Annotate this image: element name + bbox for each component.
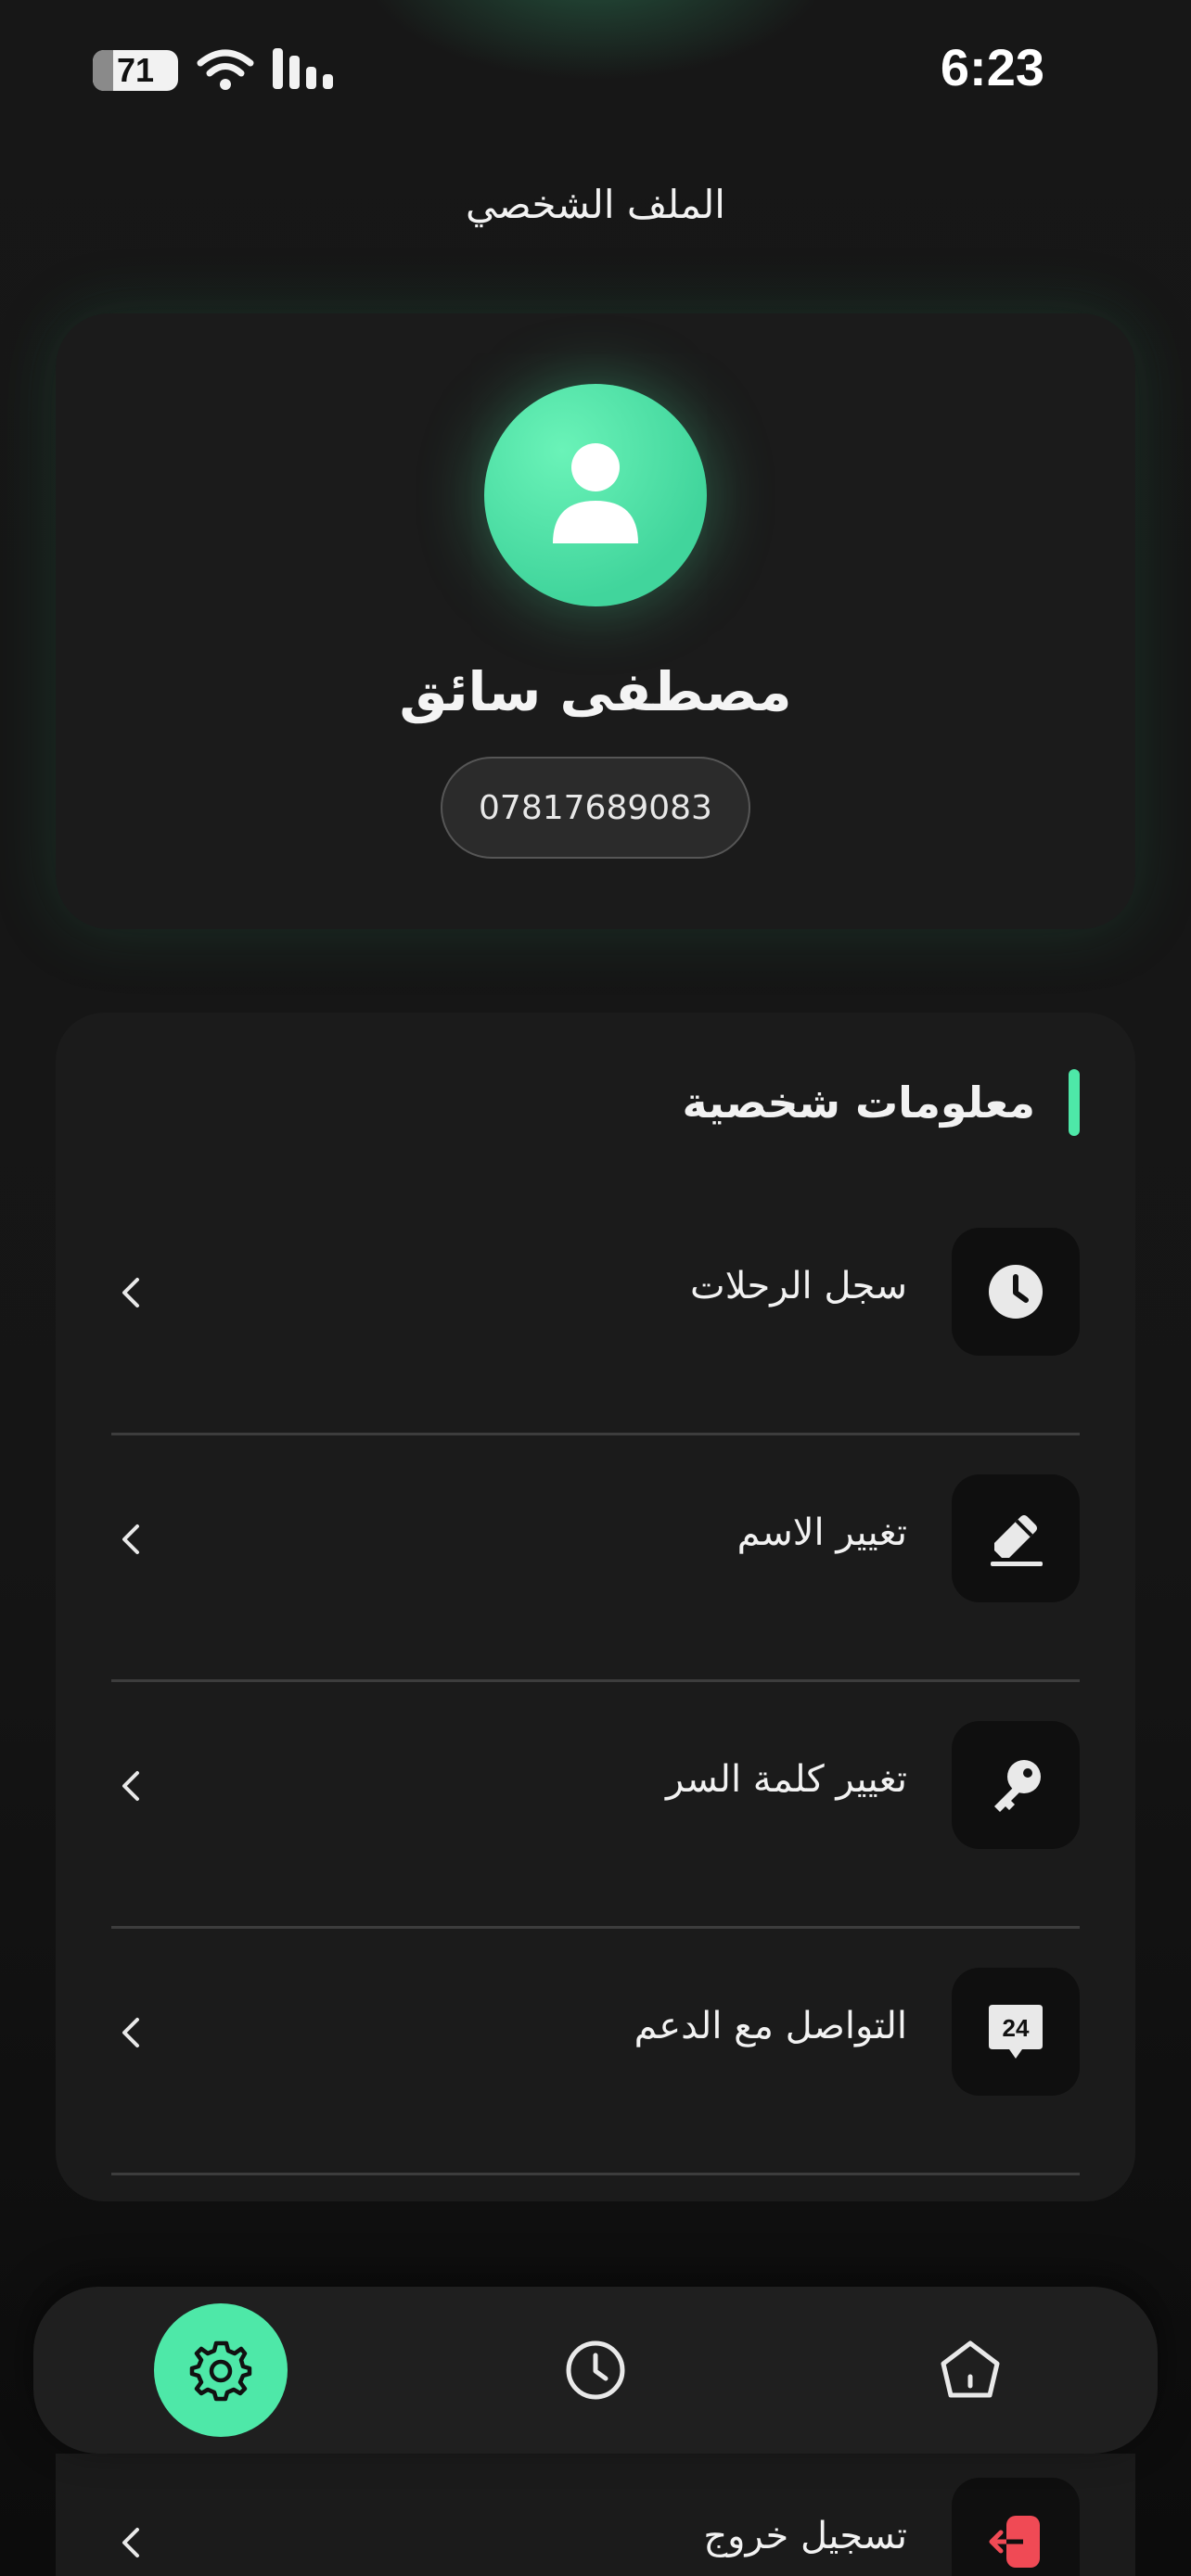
menu-icon-box bbox=[952, 2478, 1080, 2576]
chevron-left-icon bbox=[122, 2018, 139, 2047]
edit-pen-icon bbox=[991, 1515, 1043, 1566]
section-accent-bar bbox=[1069, 1069, 1080, 1136]
status-time: 6:23 bbox=[940, 38, 1044, 96]
menu-item-contact-support[interactable]: 24 التواصل مع الدعم bbox=[56, 1929, 1135, 2175]
bottom-navigation bbox=[33, 2287, 1158, 2454]
row-divider bbox=[111, 2173, 1080, 2175]
support-24-icon: 24 bbox=[989, 2005, 1043, 2059]
wifi-icon bbox=[197, 49, 254, 90]
clock-icon bbox=[989, 1265, 1043, 1319]
avatar[interactable] bbox=[484, 384, 707, 606]
menu-icon-box: 24 bbox=[952, 1968, 1080, 2096]
menu-item-change-password[interactable]: تغيير كلمة السر bbox=[56, 1682, 1135, 1929]
profile-card: مصطفى سائق 07817689083 bbox=[56, 313, 1135, 929]
menu-item-change-name[interactable]: تغيير الاسم bbox=[56, 1435, 1135, 1682]
page-title: الملف الشخصي bbox=[466, 182, 725, 227]
battery-indicator: 71 bbox=[93, 50, 178, 91]
profile-screen: 71 6:23 الملف الشخصي مصطفى سائق 07817689… bbox=[0, 0, 1191, 2576]
chevron-left-icon bbox=[122, 1278, 139, 1307]
nav-history-button[interactable] bbox=[529, 2303, 662, 2437]
chevron-left-icon bbox=[122, 1771, 139, 1801]
key-icon bbox=[994, 1760, 1041, 1812]
logout-icon bbox=[989, 2516, 1040, 2568]
battery-level: 71 bbox=[116, 51, 155, 89]
menu-icon-box bbox=[952, 1721, 1080, 1849]
logout-label: تسجيل خروج bbox=[703, 2515, 907, 2557]
phone-number-badge: 07817689083 bbox=[441, 757, 750, 859]
nav-settings-button[interactable] bbox=[154, 2303, 288, 2437]
chevron-left-icon bbox=[122, 2528, 139, 2557]
status-bar: 71 6:23 bbox=[0, 0, 1191, 139]
menu-item-label: سجل الرحلات bbox=[690, 1265, 907, 1307]
settings-icon bbox=[189, 2340, 252, 2402]
menu-icon-box bbox=[952, 1228, 1080, 1356]
section-title: معلومات شخصية bbox=[682, 1078, 1035, 1128]
profile-name: مصطفى سائق bbox=[399, 660, 792, 723]
menu-item-label: تغيير الاسم bbox=[736, 1511, 907, 1554]
nav-home-button[interactable] bbox=[903, 2303, 1037, 2437]
cellular-signal-icon bbox=[273, 48, 333, 89]
section-header: معلومات شخصية bbox=[683, 1068, 1080, 1137]
menu-item-label: تغيير كلمة السر bbox=[666, 1758, 907, 1801]
home-icon bbox=[941, 2340, 1000, 2398]
menu-item-trip-history[interactable]: سجل الرحلات bbox=[56, 1189, 1135, 1435]
user-icon bbox=[553, 443, 638, 543]
history-icon bbox=[566, 2340, 625, 2400]
support-24-label: 24 bbox=[1003, 2014, 1030, 2042]
menu-item-logout[interactable]: تسجيل خروج bbox=[56, 2454, 1135, 2576]
menu-icon-box bbox=[952, 1474, 1080, 1602]
chevron-left-icon bbox=[122, 1524, 139, 1554]
personal-info-card: معلومات شخصية سجل الرحلات تغيير الاسم تغ… bbox=[56, 1013, 1135, 2201]
menu-item-label: التواصل مع الدعم bbox=[634, 2005, 907, 2047]
